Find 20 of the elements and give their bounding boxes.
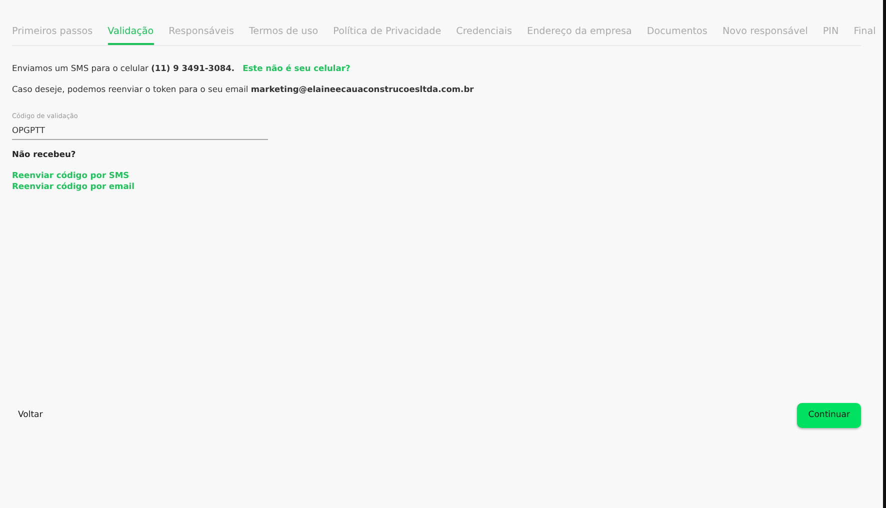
step-tab[interactable]: PIN	[822, 25, 839, 46]
resend-link[interactable]: Reenviar código por email	[12, 181, 134, 192]
email-message: Caso deseje, podemos reenviar o token para o seu email marketing@elaineecauaconstrucoesltda.com.br	[12, 82, 475, 96]
back-button[interactable]: Voltar	[12, 405, 49, 426]
sms-message: Enviamos um SMS para o celular (11) 9 3491-3084.	[12, 62, 235, 75]
step-tab[interactable]: Responsáveis	[168, 25, 234, 46]
step-tab[interactable]: Credenciais	[456, 25, 512, 46]
step-tab[interactable]: Validação	[108, 25, 154, 46]
not-received-label: Não recebeu?	[12, 148, 77, 161]
change-phone-link[interactable]: Este não é seu celular?	[242, 62, 350, 75]
step-tab[interactable]: Primeiros passos	[12, 25, 93, 46]
resend-link[interactable]: Reenviar código por SMS	[12, 170, 130, 182]
step-tab[interactable]: Política de Privacidade	[333, 25, 442, 46]
step-tab[interactable]: Documentos	[646, 25, 708, 46]
step-tab[interactable]: Endereço da empresa	[527, 25, 632, 46]
validation-code-field[interactable]: OPGPTT	[12, 122, 268, 140]
continue-button[interactable]: Continuar	[797, 403, 861, 428]
step-tab[interactable]: Termos de uso	[248, 25, 318, 46]
step-tab[interactable]: Final	[854, 25, 876, 46]
step-tab[interactable]: Novo responsável	[722, 25, 808, 46]
